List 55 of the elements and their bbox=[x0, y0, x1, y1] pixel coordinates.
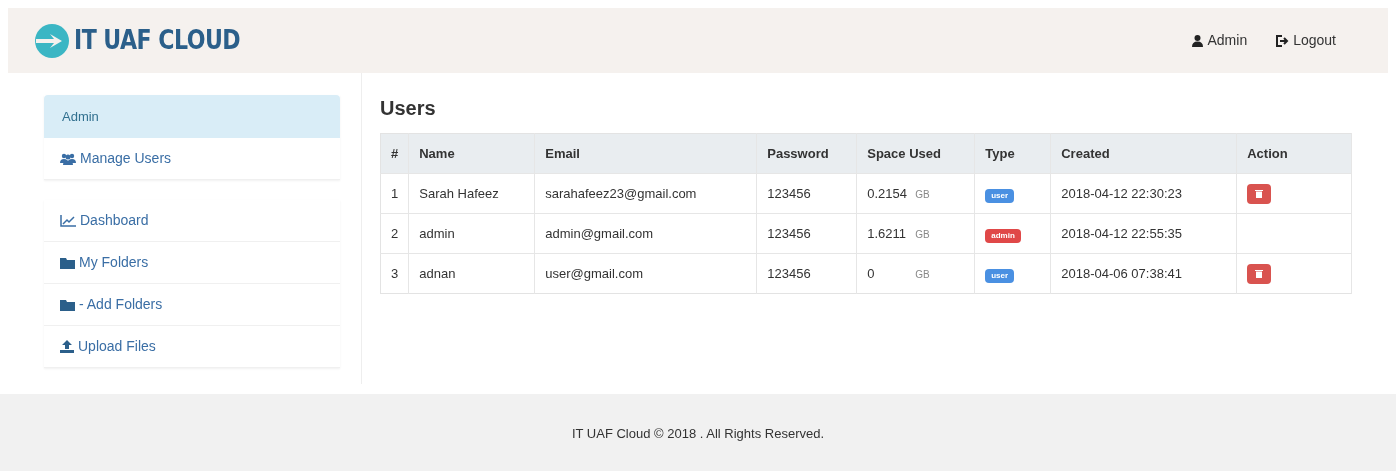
folder-icon bbox=[60, 298, 75, 311]
sign-out-icon bbox=[1275, 34, 1290, 47]
type-badge: user bbox=[985, 268, 1015, 283]
sidebar-item[interactable]: - Add Folders bbox=[44, 284, 340, 326]
delete-button[interactable] bbox=[1247, 183, 1272, 204]
space-value: 0 bbox=[867, 265, 875, 281]
page-title: Users bbox=[380, 96, 437, 121]
upload-icon bbox=[60, 340, 74, 353]
table-cell: 2018-04-12 22:55:35 bbox=[1050, 213, 1237, 254]
table-cell: admin@gmail.com bbox=[534, 213, 757, 254]
trash-icon bbox=[1255, 269, 1264, 278]
column-header: Name bbox=[408, 133, 535, 174]
line-chart-icon bbox=[60, 214, 76, 227]
table-cell: admin bbox=[408, 213, 535, 254]
admin-link[interactable]: Admin bbox=[1192, 30, 1248, 51]
logout-link[interactable]: Logout bbox=[1275, 30, 1336, 51]
table-cell: 1 bbox=[380, 173, 409, 214]
table-cell: Sarah Hafeez bbox=[408, 173, 535, 214]
panel-heading: Admin bbox=[44, 95, 340, 138]
unit-label: GB bbox=[915, 268, 930, 280]
table-cell: sarahafeez23@gmail.com bbox=[534, 173, 757, 214]
column-header: Created bbox=[1050, 133, 1237, 174]
column-header: # bbox=[380, 133, 409, 174]
table-cell: user@gmail.com bbox=[534, 253, 757, 294]
type-badge: admin bbox=[985, 228, 1021, 243]
folder-icon bbox=[60, 256, 75, 269]
table-cell: 2018-04-06 07:38:41 bbox=[1050, 253, 1237, 294]
table-cell: 2018-04-12 22:30:23 bbox=[1050, 173, 1237, 214]
column-header: Action bbox=[1236, 133, 1352, 174]
sidebar-item[interactable]: Dashboard bbox=[44, 200, 340, 242]
sidebar-item[interactable]: Upload Files bbox=[44, 326, 340, 368]
logo-icon bbox=[34, 22, 70, 59]
type-badge: user bbox=[985, 188, 1015, 203]
delete-button[interactable] bbox=[1247, 263, 1272, 284]
space-value: 1.6211 bbox=[867, 225, 907, 241]
footer-text: IT UAF Cloud © 2018 . All Rights Reserved. bbox=[571, 424, 825, 443]
unit-label: GB bbox=[915, 188, 930, 200]
table-cell: 3 bbox=[380, 253, 409, 294]
table-cell: 123456 bbox=[756, 173, 857, 214]
brand-title: IT UAF CLOUD bbox=[74, 24, 241, 57]
user-icon bbox=[1192, 34, 1204, 47]
table-cell: 2 bbox=[380, 213, 409, 254]
column-header: Type bbox=[974, 133, 1051, 174]
unit-label: GB bbox=[915, 228, 930, 240]
sidebar-item[interactable]: My Folders bbox=[44, 242, 340, 284]
space-value: 0.2154 bbox=[867, 185, 907, 201]
table-cell: adnan bbox=[408, 253, 535, 294]
table-cell: 123456 bbox=[756, 213, 857, 254]
column-header: Space Used bbox=[856, 133, 975, 174]
trash-icon bbox=[1255, 189, 1264, 198]
table-cell: 123456 bbox=[756, 253, 857, 294]
column-header: Email bbox=[534, 133, 757, 174]
sidebar-item[interactable]: Manage Users bbox=[44, 138, 340, 180]
users-icon bbox=[60, 152, 76, 165]
column-header: Password bbox=[756, 133, 857, 174]
